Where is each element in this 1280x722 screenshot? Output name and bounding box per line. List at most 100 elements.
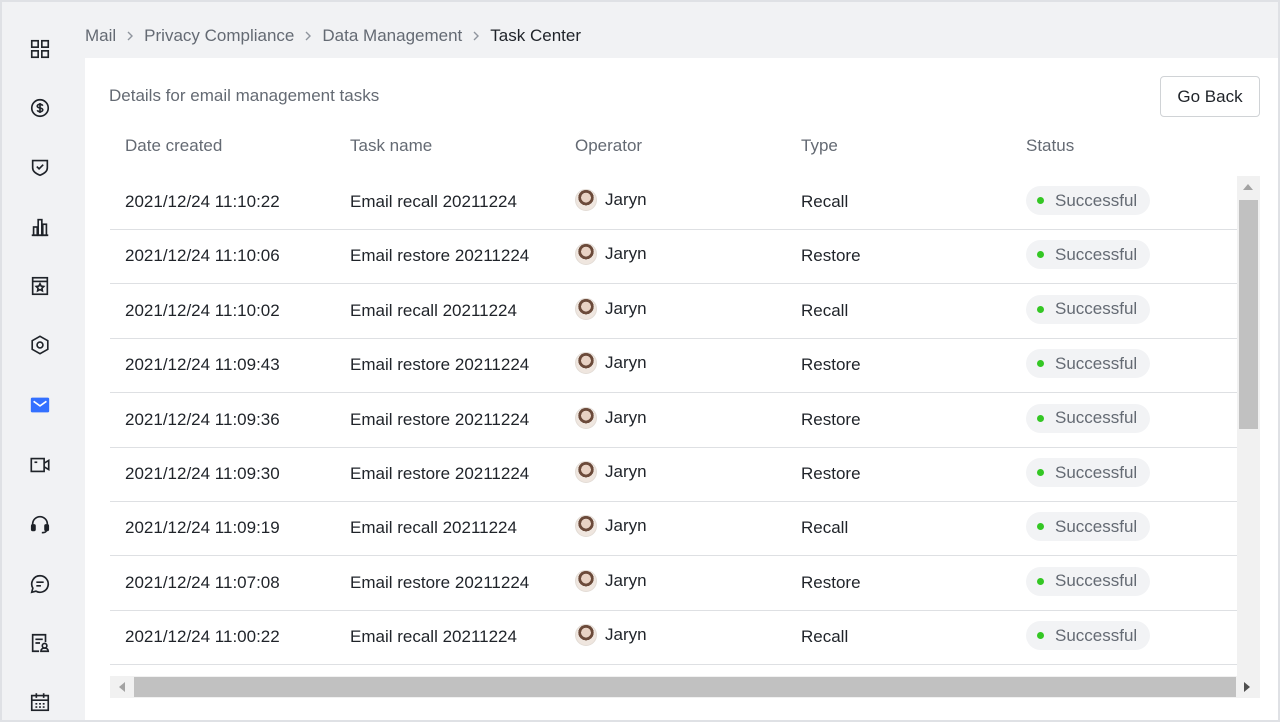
breadcrumb-privacy-compliance[interactable]: Privacy Compliance	[144, 26, 294, 46]
chevron-right-icon	[294, 30, 322, 42]
vertical-scroll-thumb[interactable]	[1239, 200, 1258, 429]
cell-operator: Jaryn	[575, 352, 647, 375]
status-badge: Successful	[1026, 621, 1150, 651]
status-badge: Successful	[1026, 186, 1150, 215]
breadcrumb-task-center: Task Center	[490, 26, 581, 45]
avatar	[575, 624, 597, 647]
operator-name: Jaryn	[605, 462, 647, 481]
table-row[interactable]: 2021/12/24 11:09:36 Email restore 2021122…	[110, 394, 1237, 448]
status-badge: Successful	[1026, 512, 1150, 542]
scroll-right-arrow-icon[interactable]	[1244, 682, 1250, 692]
status-dot-icon	[1037, 632, 1044, 640]
cell-task-name: Email recall 20211224	[350, 192, 517, 211]
status-dot-icon	[1037, 469, 1044, 476]
status-label: Successful	[1055, 244, 1138, 264]
cell-type: Recall	[801, 627, 849, 647]
status-badge: Successful	[1026, 566, 1150, 596]
breadcrumb: Mail Privacy Compliance Data Management …	[85, 24, 581, 48]
cell-date-created: 2021/12/24 11:10:06	[125, 246, 280, 266]
star-doc-icon[interactable]	[28, 274, 52, 298]
cell-operator: Jaryn	[575, 189, 647, 211]
cell-operator: Jaryn	[575, 461, 647, 483]
breadcrumb-data-management[interactable]: Data Management	[322, 26, 462, 46]
status-label: Successful	[1055, 299, 1138, 319]
cell-type: Recall	[801, 518, 849, 538]
cell-task-name: Email restore 20211224	[350, 409, 530, 429]
table-row[interactable]: 2021/12/24 11:10:22 Email recall 20211224…	[110, 176, 1237, 230]
breadcrumb-mail[interactable]: Mail	[85, 26, 116, 46]
column-header-operator: Operator	[575, 136, 643, 155]
status-label: Successful	[1055, 190, 1138, 210]
table-body: 2021/12/24 11:10:22 Email recall 20211224…	[110, 176, 1237, 675]
status-dot-icon	[1037, 305, 1044, 313]
status-badge: Successful	[1026, 458, 1150, 487]
avatar	[575, 461, 597, 483]
table-row[interactable]: 2021/12/24 11:09:30 Email restore 2021122…	[110, 448, 1237, 502]
operator-name: Jaryn	[605, 570, 647, 590]
scroll-left-arrow-icon[interactable]	[119, 682, 125, 692]
table-row[interactable]: 2021/12/24 11:07:08 Email restore 2021122…	[110, 557, 1237, 611]
cell-operator: Jaryn	[575, 243, 647, 266]
cell-operator: Jaryn	[575, 515, 647, 538]
status-label: Successful	[1055, 353, 1138, 373]
status-dot-icon	[1037, 414, 1044, 422]
status-dot-icon	[1037, 523, 1044, 531]
table-row[interactable]: 2021/12/24 11:09:19 Email recall 20211224…	[110, 502, 1237, 557]
avatar	[575, 515, 597, 538]
column-header-task-name: Task name	[350, 136, 433, 155]
avatar	[575, 297, 597, 320]
horizontal-scroll-thumb[interactable]	[134, 677, 1236, 697]
headset-icon[interactable]	[28, 512, 52, 536]
cell-type: Restore	[801, 464, 861, 483]
cell-date-created: 2021/12/24 11:07:08	[125, 572, 280, 592]
operator-name: Jaryn	[605, 625, 647, 645]
cell-type: Recall	[801, 300, 849, 320]
shield-check-icon[interactable]	[28, 155, 52, 179]
status-dot-icon	[1037, 577, 1044, 585]
status-dot-icon	[1037, 360, 1044, 368]
status-label: Successful	[1055, 625, 1138, 645]
scroll-up-arrow-icon[interactable]	[1243, 184, 1253, 190]
chat-icon[interactable]	[28, 572, 52, 596]
mail-icon[interactable]	[28, 393, 52, 417]
cell-type: Restore	[801, 355, 861, 375]
operator-name: Jaryn	[605, 244, 647, 264]
doc-user-icon[interactable]	[28, 631, 52, 655]
operator-name: Jaryn	[605, 353, 647, 373]
cell-task-name: Email recall 20211224	[350, 627, 517, 647]
cell-date-created: 2021/12/24 11:09:30	[125, 464, 280, 483]
avatar	[575, 406, 597, 429]
table-row[interactable]: 2021/12/24 11:00:22 Email recall 20211224…	[110, 611, 1237, 666]
cell-date-created: 2021/12/24 11:10:22	[125, 192, 280, 211]
avatar	[575, 352, 597, 375]
cell-type: Restore	[801, 246, 861, 266]
go-back-button[interactable]: Go Back	[1160, 76, 1260, 117]
hexagon-icon[interactable]	[28, 333, 52, 357]
video-icon[interactable]	[28, 453, 52, 477]
status-label: Successful	[1055, 408, 1138, 428]
status-badge: Successful	[1026, 403, 1150, 433]
cell-date-created: 2021/12/24 11:09:36	[125, 409, 280, 429]
vertical-scrollbar[interactable]	[1237, 176, 1260, 676]
chevron-right-icon	[462, 30, 490, 42]
table-row[interactable]: 2021/12/24 11:09:43 Email restore 2021122…	[110, 339, 1237, 394]
cell-type: Recall	[801, 192, 849, 211]
horizontal-scrollbar[interactable]	[110, 676, 1260, 698]
cell-task-name: Email restore 20211224	[350, 572, 530, 592]
avatar	[575, 569, 597, 592]
calendar-icon[interactable]	[28, 690, 52, 714]
status-dot-icon	[1037, 197, 1044, 204]
cell-date-created: 2021/12/24 11:09:19	[125, 518, 280, 538]
operator-name: Jaryn	[605, 407, 647, 427]
cell-task-name: Email recall 20211224	[350, 300, 517, 320]
task-details-card: Details for email management tasks Go Ba…	[85, 58, 1278, 720]
table-row[interactable]: 2021/12/24 11:10:06 Email restore 2021122…	[110, 230, 1237, 285]
grid-icon[interactable]	[28, 37, 52, 61]
dollar-icon[interactable]	[28, 96, 52, 120]
operator-name: Jaryn	[605, 298, 647, 318]
status-label: Successful	[1055, 516, 1138, 536]
status-badge: Successful	[1026, 294, 1150, 324]
table-row[interactable]: 2021/12/24 11:10:02 Email recall 20211224…	[110, 285, 1237, 339]
cell-date-created: 2021/12/24 11:10:02	[125, 300, 280, 320]
bar-chart-icon[interactable]	[28, 215, 52, 239]
